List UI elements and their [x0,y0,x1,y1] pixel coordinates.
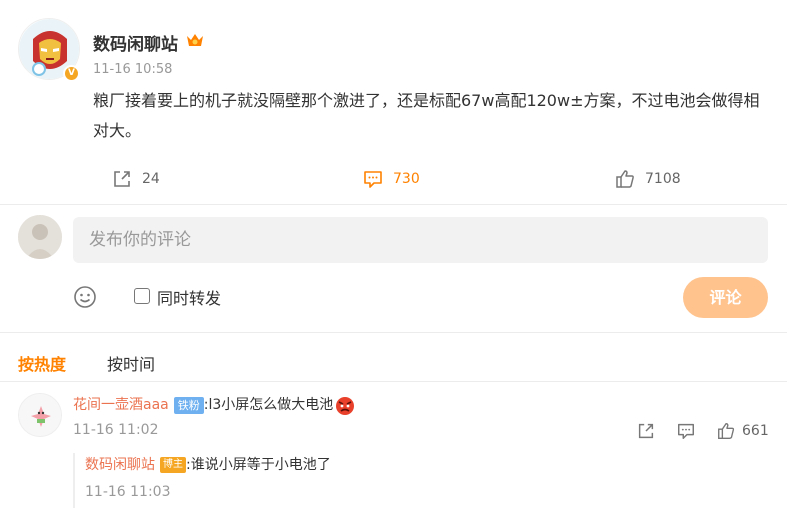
smiley-icon[interactable] [73,285,97,309]
tab-sort-by-time[interactable]: 按时间 [107,351,155,375]
repost-checkbox[interactable] [134,288,150,304]
post-author-name[interactable]: 数码闲聊站 [93,30,178,55]
like-button[interactable]: 7108 [614,166,681,192]
current-user-avatar[interactable] [18,215,62,259]
angry-face-emoji-icon [336,397,355,415]
fan-badge: 铁粉 [173,396,204,414]
verified-badge: V [63,65,80,82]
divider [0,332,787,333]
thumbs-up-icon [616,170,634,188]
user-photo-icon [18,215,62,259]
tab-sort-by-hot[interactable]: 按热度 [18,351,66,375]
share-icon [114,171,130,187]
like-count: 7108 [645,171,681,187]
comment-text: :l3小屏怎么做大电池 [203,397,334,413]
thumbs-up-icon [718,423,735,439]
repost-label[interactable]: 同时转发 [157,285,221,309]
post-timestamp[interactable]: 11-16 10:58 [93,62,172,77]
commenter-avatar[interactable] [18,393,62,437]
reply-thread-line [73,453,75,508]
comment-input[interactable] [73,217,768,263]
reply-content: 数码闲聊站 博主 :谁说小屏等于小电池了 [85,455,331,475]
patrick-star-avatar-icon [19,394,61,436]
comment-reply-button[interactable] [676,420,696,442]
share-count: 24 [142,171,160,187]
comment-count: 730 [393,171,420,187]
vip-crown-icon[interactable] [185,31,205,49]
comment-like-count: 661 [742,423,769,439]
comment-button[interactable]: 730 [362,166,420,192]
comment-timestamp: 11-16 11:02 [73,422,159,438]
comment-icon [364,171,382,188]
reply-timestamp: 11-16 11:03 [85,484,171,500]
comment-content: 花间一壶酒aaa 铁粉 :l3小屏怎么做大电池 [73,394,356,416]
owner-badge: 博主 [160,457,186,473]
comment-icon [678,423,694,439]
post-body-text: 粮厂接着要上的机子就没隔壁那个激进了，还是标配67w高配120w±方案，不过电池… [93,91,760,140]
reply-username[interactable]: 数码闲聊站 [85,455,155,475]
share-button[interactable]: 24 [111,166,160,192]
submit-comment-button[interactable]: 评论 [683,277,768,318]
commenter-username[interactable]: 花间一壶酒aaa [73,395,169,415]
divider [0,204,787,205]
comment-share-button[interactable] [636,420,656,442]
divider [0,381,787,382]
comment-like-button[interactable]: 661 [716,420,769,442]
share-icon [638,423,654,439]
reply-text: :谁说小屏等于小电池了 [186,457,331,473]
